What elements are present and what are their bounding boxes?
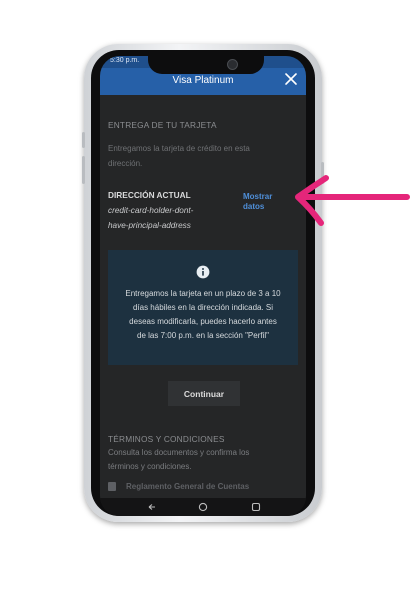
pointer-arrow-icon	[295, 175, 410, 226]
camera-icon	[227, 59, 238, 70]
phone-notch	[148, 50, 264, 74]
